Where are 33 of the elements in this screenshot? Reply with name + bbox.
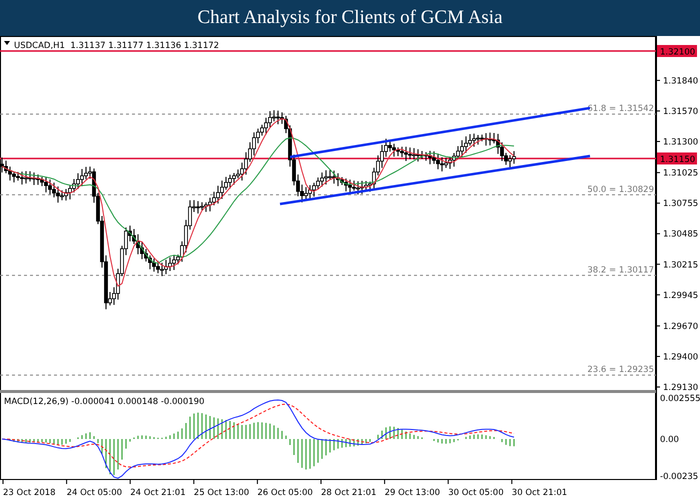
dropdown-triangle-icon[interactable] [4, 41, 10, 45]
time-axis-label: 23 Oct 2018 [3, 488, 56, 498]
macd-axis-label: 0.00 [660, 435, 679, 445]
fibonacci-level-label: 23.6 = 1.29235 [587, 365, 654, 376]
price-level-tag: 1.32100 [657, 45, 697, 58]
time-axis-label: 29 Oct 13:00 [384, 488, 440, 498]
time-axis-label: 24 Oct 05:00 [66, 488, 122, 498]
symbol-header: USDCAD,H1 1.31137 1.31177 1.31136 1.31172 [14, 41, 220, 51]
time-axis-label: 24 Oct 21:01 [130, 488, 186, 498]
price-axis-label: 1.30485 [663, 230, 698, 240]
time-axis-label: 30 Oct 05:00 [448, 488, 504, 498]
price-level-tag: 1.31150 [657, 152, 697, 165]
price-axis-label: 1.29945 [663, 290, 698, 301]
time-axis-label: 30 Oct 21:01 [512, 488, 568, 498]
time-axis-label: 25 Oct 13:00 [194, 488, 250, 498]
macd-axis-label: -0.00235 [660, 472, 698, 482]
time-axis-label: 28 Oct 21:01 [321, 488, 376, 498]
price-axis-label: 1.30755 [663, 199, 698, 210]
macd-axis-label: 0.002555 [660, 394, 700, 404]
price-axis-label: 1.29130 [663, 383, 698, 393]
price-axis-label: 1.31300 [663, 138, 698, 148]
price-axis-label: 1.31025 [663, 168, 698, 179]
fibonacci-level-label: 38.2 = 1.30117 [587, 265, 654, 276]
price-axis-label: 1.29670 [663, 322, 698, 332]
time-axis-label: 26 Oct 05:00 [257, 488, 313, 498]
chart-title: Chart Analysis for Clients of GCM Asia [197, 7, 503, 29]
price-axis-label: 1.30215 [663, 260, 698, 270]
price-axis-label: 1.31840 [663, 76, 698, 86]
macd-header: MACD(12,26,9) -0.000041 0.000148 -0.000190 [4, 397, 204, 407]
price-axis-label: 1.31570 [663, 106, 698, 117]
price-axis-label: 1.29400 [663, 352, 698, 362]
horizontal-line[interactable] [0, 158, 656, 160]
fibonacci-level-label: 50.0 = 1.30829 [587, 184, 654, 195]
